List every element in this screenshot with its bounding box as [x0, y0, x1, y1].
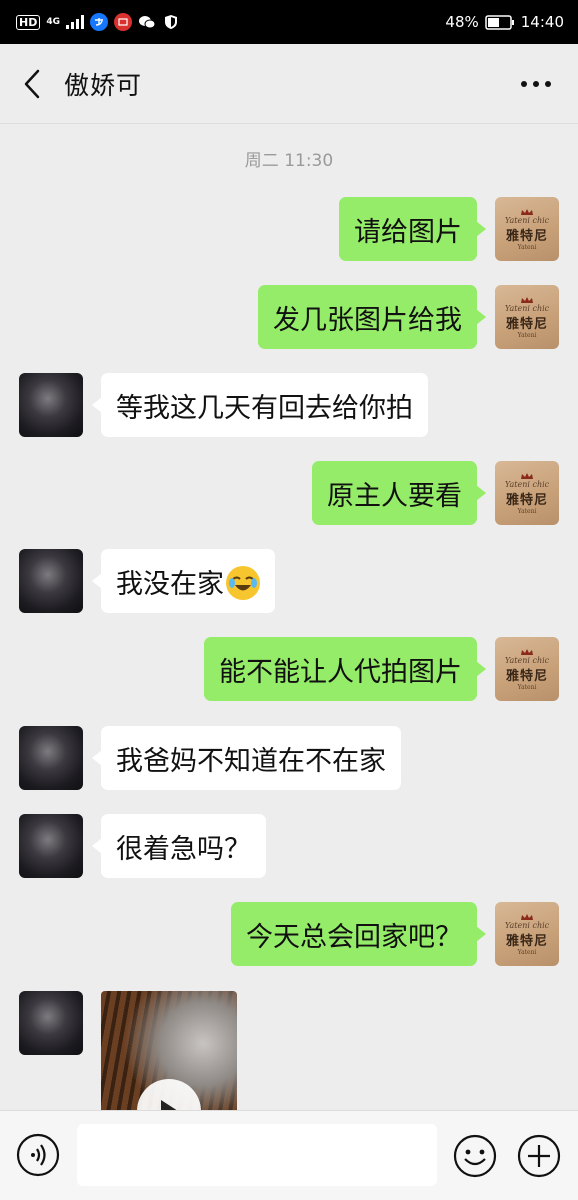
message-row-outgoing: 今天总会回家吧？ Yateni chic 雅特尼 Yateni: [0, 902, 578, 972]
message-bubble[interactable]: 等我这几天有回去给你拍: [92, 373, 428, 437]
smiley-icon: [453, 1134, 497, 1178]
my-avatar[interactable]: Yateni chic 雅特尼 Yateni: [495, 285, 559, 349]
message-bubble[interactable]: 发几张图片给我: [258, 285, 486, 349]
avatar-brand-name: 雅特尼: [505, 933, 548, 949]
voice-input-button[interactable]: [16, 1133, 60, 1177]
message-row-incoming: [0, 991, 578, 1110]
chat-area[interactable]: 周二 11:30 请给图片 Yateni chic 雅特尼 Yateni 发几张…: [0, 125, 578, 1110]
signal-icon: [66, 15, 84, 29]
contact-avatar[interactable]: [19, 549, 83, 613]
my-avatar[interactable]: Yateni chic 雅特尼 Yateni: [495, 637, 559, 701]
message-timestamp: 周二 11:30: [244, 151, 334, 171]
my-avatar[interactable]: Yateni chic 雅特尼 Yateni: [495, 197, 559, 261]
chat-title: 傲娇可: [64, 70, 143, 100]
contact-avatar[interactable]: [19, 991, 83, 1055]
video-message-thumbnail[interactable]: [101, 991, 237, 1110]
emoji-button[interactable]: [452, 1133, 498, 1179]
message-row-incoming: 我没在家: [0, 549, 578, 619]
message-bubble[interactable]: 今天总会回家吧？: [231, 902, 486, 966]
message-row-outgoing: 能不能让人代拍图片 Yateni chic 雅特尼 Yateni: [0, 637, 578, 707]
avatar-brand-bottom: Yateni: [517, 331, 537, 339]
play-icon: [161, 1100, 177, 1110]
crown-icon: [521, 472, 533, 479]
more-options-button[interactable]: [516, 69, 556, 99]
news-app-icon: [114, 13, 132, 31]
crown-icon: [521, 208, 533, 215]
hd-indicator: HD: [16, 14, 41, 30]
avatar-brand-top: Yateni chic: [504, 303, 550, 313]
my-avatar[interactable]: Yateni chic 雅特尼 Yateni: [495, 902, 559, 966]
contact-avatar[interactable]: [19, 814, 83, 878]
play-button[interactable]: [137, 1079, 201, 1110]
avatar-brand-name: 雅特尼: [505, 316, 548, 332]
more-icon: [521, 81, 551, 87]
message-row-outgoing: 请给图片 Yateni chic 雅特尼 Yateni: [0, 197, 578, 267]
alipay-icon: [90, 13, 108, 31]
network-type: 4G: [46, 16, 60, 27]
chevron-left-icon: [24, 69, 40, 98]
crown-icon: [521, 913, 533, 920]
crying-laughing-emoji-icon: [226, 566, 260, 600]
crown-icon: [521, 648, 533, 655]
avatar-brand-name: 雅特尼: [505, 228, 548, 244]
shield-icon: [162, 13, 180, 31]
avatar-brand-top: Yateni chic: [504, 920, 550, 930]
message-bubble[interactable]: 很着急吗？: [92, 814, 266, 878]
message-bubble[interactable]: 原主人要看: [312, 461, 486, 525]
status-bar: HD 4G 48% 14:40: [0, 0, 578, 44]
message-row-outgoing: 发几张图片给我 Yateni chic 雅特尼 Yateni: [0, 285, 578, 355]
crown-icon: [521, 296, 533, 303]
avatar-brand-bottom: Yateni: [517, 948, 537, 956]
battery-icon: [485, 14, 514, 30]
message-bubble[interactable]: 我爸妈不知道在不在家: [92, 726, 401, 790]
input-bar: [0, 1110, 578, 1200]
message-row-incoming: 我爸妈不知道在不在家: [0, 726, 578, 796]
avatar-brand-bottom: Yateni: [517, 507, 537, 515]
wechat-icon: [138, 13, 156, 31]
message-bubble[interactable]: 我没在家: [92, 549, 275, 613]
chat-header: 傲娇可: [0, 44, 578, 124]
avatar-brand-name: 雅特尼: [505, 492, 548, 508]
voice-icon: [16, 1133, 60, 1177]
avatar-brand-bottom: Yateni: [517, 243, 537, 251]
avatar-brand-top: Yateni chic: [504, 479, 550, 489]
contact-avatar[interactable]: [19, 726, 83, 790]
message-text: 我没在家: [116, 568, 224, 600]
message-input[interactable]: [77, 1124, 437, 1186]
battery-percent: 48%: [445, 13, 479, 31]
clock: 14:40: [520, 13, 564, 31]
message-row-outgoing: 原主人要看 Yateni chic 雅特尼 Yateni: [0, 461, 578, 531]
plus-icon: [517, 1134, 561, 1178]
contact-avatar[interactable]: [19, 373, 83, 437]
message-bubble[interactable]: 请给图片: [339, 197, 486, 261]
avatar-brand-top: Yateni chic: [504, 215, 550, 225]
message-row-incoming: 很着急吗？: [0, 814, 578, 884]
message-row-incoming: 等我这几天有回去给你拍: [0, 373, 578, 443]
back-button[interactable]: [0, 44, 64, 124]
avatar-brand-name: 雅特尼: [505, 668, 548, 684]
more-functions-button[interactable]: [516, 1133, 562, 1179]
avatar-brand-bottom: Yateni: [517, 683, 537, 691]
my-avatar[interactable]: Yateni chic 雅特尼 Yateni: [495, 461, 559, 525]
avatar-brand-top: Yateni chic: [504, 655, 550, 665]
message-bubble[interactable]: 能不能让人代拍图片: [204, 637, 486, 701]
